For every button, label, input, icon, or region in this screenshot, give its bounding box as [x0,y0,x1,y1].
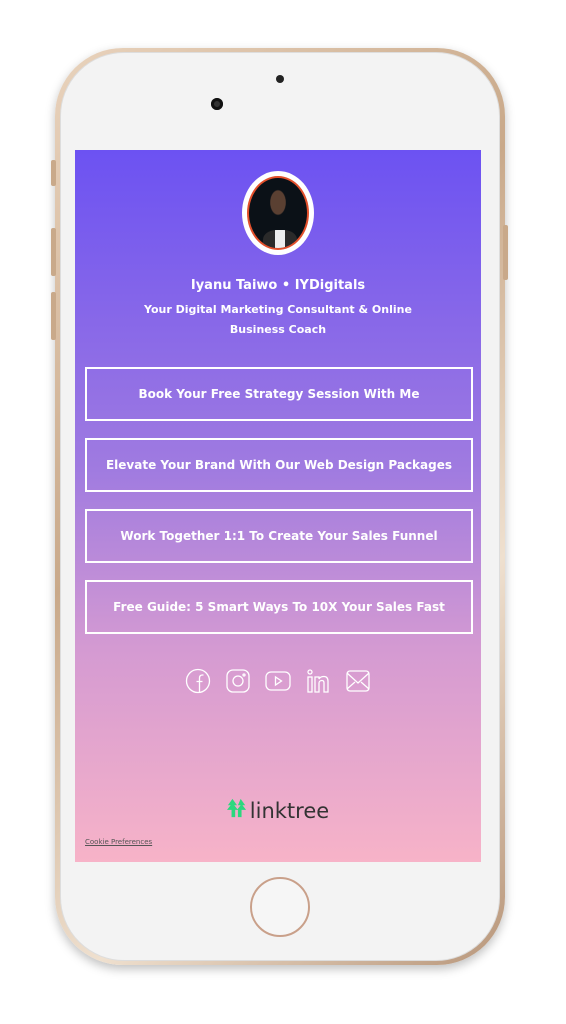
cookie-preferences-link[interactable]: Cookie Preferences [85,838,152,846]
linktree-wordmark: linktree [249,798,330,823]
linkedin-icon[interactable] [305,668,331,694]
linktree-logo[interactable]: linktree [75,798,481,823]
profile-photo [247,176,309,250]
power-button [503,225,508,280]
mute-switch [51,160,56,186]
link-button-web-design[interactable]: Elevate Your Brand With Our Web Design P… [85,438,473,492]
link-button-sales-funnel[interactable]: Work Together 1:1 To Create Your Sales F… [85,509,473,563]
linktree-tree-icon [226,798,247,823]
facebook-icon[interactable] [185,668,211,694]
profile-name: Iyanu Taiwo • IYDigitals [190,278,366,293]
speaker [276,75,284,83]
avatar [242,171,314,255]
instagram-icon[interactable] [225,668,251,694]
email-icon[interactable] [345,668,371,694]
volume-down-button [51,292,56,340]
social-icons [75,668,481,694]
linktree-screen: Iyanu Taiwo • IYDigitals Your Digital Ma… [75,150,481,862]
profile-bio: Your Digital Marketing Consultant & Onli… [144,303,412,336]
home-button[interactable] [250,877,310,937]
youtube-icon[interactable] [265,668,291,694]
front-camera [211,98,223,110]
link-button-strategy-session[interactable]: Book Your Free Strategy Session With Me [85,367,473,421]
volume-up-button [51,228,56,276]
link-button-free-guide[interactable]: Free Guide: 5 Smart Ways To 10X Your Sal… [85,580,473,634]
